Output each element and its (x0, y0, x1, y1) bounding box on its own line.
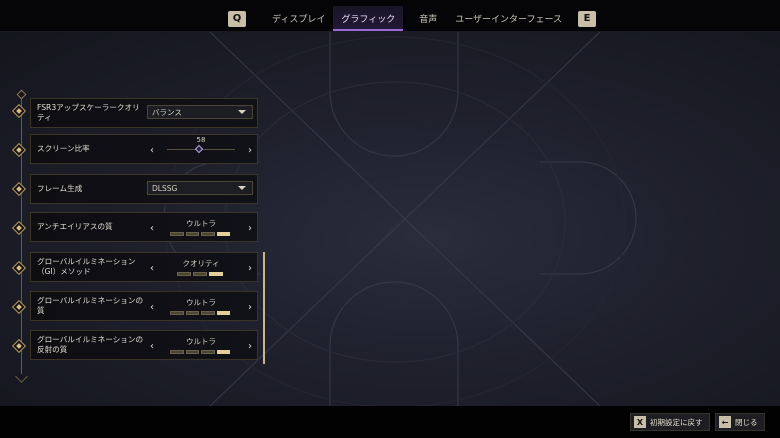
list-scrollbar[interactable] (263, 252, 265, 364)
gi-quality-selector[interactable]: ウルトラ ‹ › (147, 292, 255, 320)
setting-row-fsr3-quality[interactable]: FSR3アップスケーラークオリティ バランス (30, 98, 258, 128)
antialiasing-selector[interactable]: ウルトラ ‹ › (147, 213, 255, 241)
level-indicator (170, 232, 230, 236)
slider-value: 58 (196, 136, 206, 144)
setting-row-gi-reflection-quality[interactable]: グローバルイルミネーションの反射の質 ウルトラ ‹ › (30, 330, 258, 360)
screen-ratio-slider[interactable]: 58 ‹ › (147, 135, 255, 163)
chevron-right-icon[interactable]: › (248, 146, 252, 156)
setting-row-antialiasing[interactable]: アンチエイリアスの質 ウルトラ ‹ › (30, 212, 258, 242)
chevron-right-icon[interactable]: › (248, 303, 252, 313)
setting-label: グローバルイルミネーションの質 (37, 296, 144, 315)
chevron-right-icon[interactable]: › (248, 224, 252, 234)
gi-reflection-selector[interactable]: ウルトラ ‹ › (147, 331, 255, 359)
level-segment (185, 232, 199, 236)
slider-thumb[interactable] (194, 144, 204, 154)
tab-user-interface[interactable]: ユーザーインターフェース (447, 6, 570, 31)
setting-row-screen-ratio[interactable]: スクリーン比率 58 ‹ › (30, 134, 258, 164)
setting-label: グローバルイルミネーション（GI）メソッド (37, 257, 136, 276)
chevron-left-icon[interactable]: ‹ (150, 342, 154, 352)
chevron-left-icon[interactable]: ‹ (150, 303, 154, 313)
settings-tabs: Q ディスプレイ グラフィック 音声 ユーザーインターフェース E (228, 6, 597, 31)
tab-graphics[interactable]: グラフィック (333, 6, 404, 31)
tab-display[interactable]: ディスプレイ (264, 6, 333, 31)
next-tab-key[interactable]: E (578, 10, 597, 27)
close-button[interactable]: ← 閉じる (715, 413, 765, 431)
gi-method-selector[interactable]: クオリティ ‹ › (147, 253, 255, 281)
selector-value: ウルトラ (186, 337, 216, 346)
reset-defaults-button[interactable]: X 初期設定に戻す (630, 413, 710, 431)
setting-row-gi-method[interactable]: グローバルイルミネーション（GI）メソッド クオリティ ‹ › (30, 252, 258, 282)
reset-label: 初期設定に戻す (650, 417, 703, 427)
top-tab-bar: Q ディスプレイ グラフィック 音声 ユーザーインターフェース E (0, 0, 780, 32)
level-segment (201, 232, 215, 236)
level-indicator (170, 311, 230, 315)
back-arrow-icon: ← (719, 416, 731, 428)
level-segment (170, 311, 184, 315)
level-segment (185, 350, 199, 354)
level-indicator (170, 350, 230, 354)
chevron-down-icon (238, 186, 246, 190)
close-label: 閉じる (735, 417, 758, 427)
prev-tab-key[interactable]: Q (228, 10, 246, 27)
level-segment (177, 272, 191, 276)
setting-label: フレーム生成 (37, 184, 83, 193)
setting-row-gi-quality[interactable]: グローバルイルミネーションの質 ウルトラ ‹ › (30, 291, 258, 321)
level-segment (170, 350, 184, 354)
level-segment (216, 311, 230, 315)
level-segment (216, 232, 230, 236)
list-rail (21, 94, 22, 374)
level-segment (209, 272, 223, 276)
dropdown-value: DLSSG (152, 183, 178, 193)
selector-value: ウルトラ (186, 219, 216, 228)
level-segment (201, 350, 215, 354)
selector-value: ウルトラ (186, 298, 216, 307)
level-segment (216, 350, 230, 354)
setting-label: アンチエイリアスの質 (37, 222, 113, 231)
chevron-left-icon[interactable]: ‹ (150, 146, 154, 156)
setting-label: スクリーン比率 (37, 144, 90, 153)
level-segment (193, 272, 207, 276)
chevron-right-icon[interactable]: › (248, 264, 252, 274)
setting-label: グローバルイルミネーションの反射の質 (37, 335, 144, 354)
tab-audio[interactable]: 音声 (403, 6, 447, 31)
chevron-left-icon[interactable]: ‹ (150, 224, 154, 234)
selector-value: クオリティ (182, 259, 220, 268)
level-segment (201, 311, 215, 315)
chevron-right-icon[interactable]: › (248, 342, 252, 352)
setting-label: FSR3アップスケーラークオリティ (37, 103, 140, 122)
chevron-down-icon (238, 110, 246, 114)
setting-row-frame-generation[interactable]: フレーム生成 DLSSG (30, 174, 258, 204)
chevron-left-icon[interactable]: ‹ (150, 264, 154, 274)
fsr3-quality-dropdown[interactable]: バランス (147, 105, 253, 119)
reset-key: X (634, 416, 646, 428)
level-segment (170, 232, 184, 236)
frame-generation-dropdown[interactable]: DLSSG (147, 181, 253, 195)
dropdown-value: バランス (152, 107, 182, 117)
level-indicator (177, 272, 223, 276)
level-segment (185, 311, 199, 315)
